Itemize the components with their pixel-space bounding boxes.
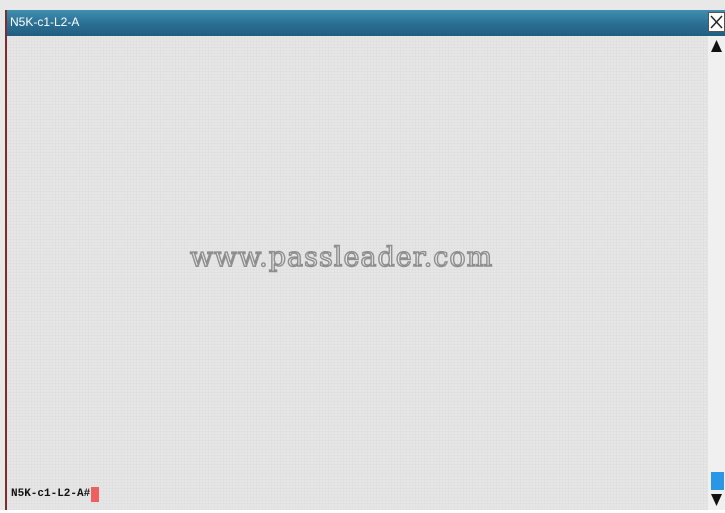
terminal-console[interactable]: www.passleader.com N5K-c1-L2-A#	[7, 36, 708, 510]
terminal-window: N5K-c1-L2-A www.passleader.com N5K-c1-L2…	[0, 0, 725, 510]
command-line[interactable]: N5K-c1-L2-A#	[11, 486, 100, 502]
cli-prompt: N5K-c1-L2-A#	[11, 488, 91, 500]
title-bar[interactable]: N5K-c1-L2-A	[7, 10, 725, 36]
arrow-down-icon	[711, 494, 722, 506]
scroll-thumb[interactable]	[711, 472, 724, 490]
text-cursor	[91, 486, 100, 502]
watermark-text: www.passleader.com	[189, 241, 494, 273]
close-button[interactable]	[708, 12, 725, 32]
scroll-down-button[interactable]	[708, 492, 725, 508]
vertical-scrollbar[interactable]	[708, 36, 725, 510]
window-title: N5K-c1-L2-A	[10, 15, 80, 29]
scroll-up-button[interactable]	[708, 38, 725, 54]
close-icon	[710, 15, 723, 29]
arrow-up-icon	[711, 40, 722, 52]
